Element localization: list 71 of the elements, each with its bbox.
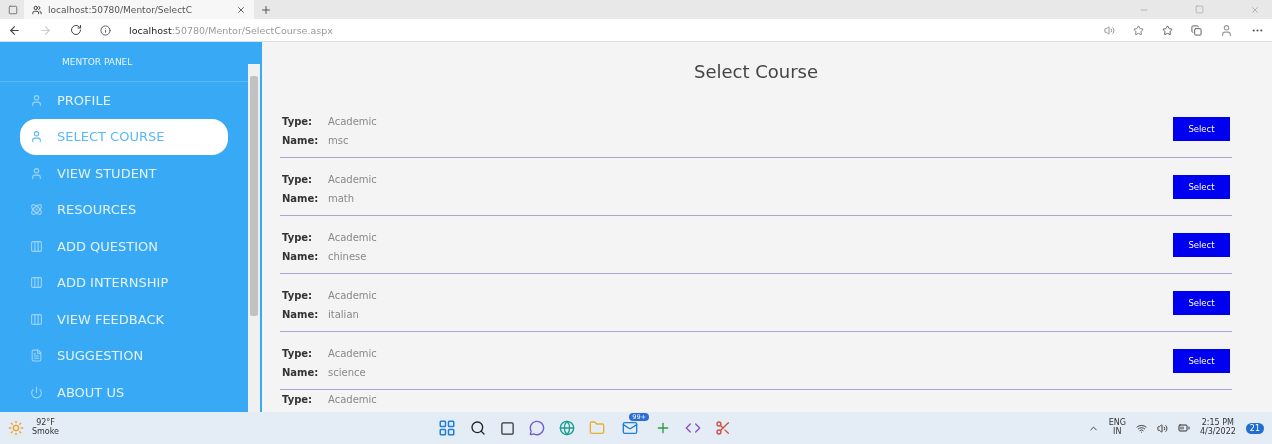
course-type: Academic — [328, 231, 377, 243]
menu-item-icon — [30, 385, 43, 399]
menu-item-icon — [30, 239, 43, 253]
favorites-icon[interactable] — [1162, 24, 1173, 36]
course-name: italian — [328, 308, 359, 320]
language[interactable]: ENG — [1108, 419, 1126, 428]
menu-item-icon — [30, 349, 43, 363]
field-label: Type: — [282, 289, 314, 301]
site-icon — [32, 4, 42, 15]
clock-date[interactable]: 4/3/2022 — [1199, 428, 1236, 437]
search-icon[interactable] — [470, 420, 486, 436]
course-type: Academic — [328, 394, 377, 405]
select-button[interactable]: Select — [1173, 116, 1230, 141]
page-title: Select Course — [692, 59, 820, 84]
field-label: Name: — [282, 250, 320, 262]
course-name: msc — [328, 134, 349, 146]
menu-item-icon — [30, 130, 43, 144]
wifi-icon[interactable] — [1135, 422, 1147, 434]
field-label: Type: — [282, 347, 314, 359]
start-icon[interactable] — [438, 419, 456, 437]
menu-item-icon — [30, 276, 43, 290]
menu-item-icon — [30, 312, 43, 326]
course-name: chinese — [328, 250, 367, 262]
course-type: Academic — [328, 347, 377, 359]
menu-item-icon — [30, 166, 43, 180]
menu-item-icon — [30, 93, 43, 107]
field-label: Name: — [282, 134, 320, 146]
browser-tab[interactable]: localhost:50780/Mentor/SelectC — [24, 0, 254, 19]
weather-text: Smoke — [32, 428, 60, 437]
select-button[interactable]: Select — [1173, 174, 1230, 199]
select-button[interactable]: Select — [1173, 232, 1230, 257]
menu-item-icon — [30, 203, 43, 217]
field-label: Type: — [282, 394, 314, 405]
task-view-icon[interactable] — [500, 420, 515, 436]
browser-icon[interactable] — [559, 420, 575, 436]
course-type: Academic — [328, 173, 377, 185]
new-tab-icon[interactable] — [260, 3, 272, 16]
info-icon[interactable] — [100, 24, 111, 36]
weather-icon — [8, 420, 24, 436]
field-label: Type: — [282, 173, 314, 185]
select-button[interactable]: Select — [1173, 348, 1230, 373]
clock-time[interactable]: 2:15 PM — [1199, 419, 1236, 428]
field-label: Name: — [282, 366, 320, 378]
mail-icon[interactable] — [622, 420, 638, 436]
course-name: math — [328, 192, 355, 204]
favorite-icon[interactable] — [1133, 24, 1144, 36]
field-label: Name: — [282, 308, 320, 320]
snipping-tool-icon[interactable] — [715, 420, 731, 436]
battery-icon[interactable] — [1177, 422, 1190, 434]
refresh-icon[interactable] — [70, 24, 82, 36]
field-label: Type: — [282, 231, 314, 243]
course-type: Academic — [328, 289, 377, 301]
close-tab-icon[interactable] — [236, 4, 246, 15]
address-field[interactable]: localhost:50780/Mentor/SelectCourse.aspx — [129, 24, 333, 36]
notification-badge[interactable]: 21 — [1245, 422, 1264, 434]
back-icon[interactable] — [8, 23, 21, 37]
select-button[interactable]: Select — [1173, 290, 1230, 315]
sidebar-title: MENTOR PANEL — [0, 42, 248, 82]
temperature: 92°F — [36, 419, 55, 428]
course-type: Academic — [328, 115, 377, 127]
collections-icon[interactable] — [1191, 24, 1202, 36]
scrollbar[interactable] — [248, 64, 260, 412]
chat-icon[interactable] — [529, 420, 545, 436]
profile-avatar-icon[interactable] — [1220, 23, 1233, 37]
field-label: Name: — [282, 192, 320, 204]
volume-icon[interactable] — [1156, 422, 1168, 434]
app-icon[interactable] — [655, 420, 671, 436]
region[interactable]: IN — [1108, 428, 1126, 437]
code-editor-icon[interactable] — [685, 420, 701, 436]
course-name: science — [328, 366, 366, 378]
field-label: Type: — [282, 115, 314, 127]
